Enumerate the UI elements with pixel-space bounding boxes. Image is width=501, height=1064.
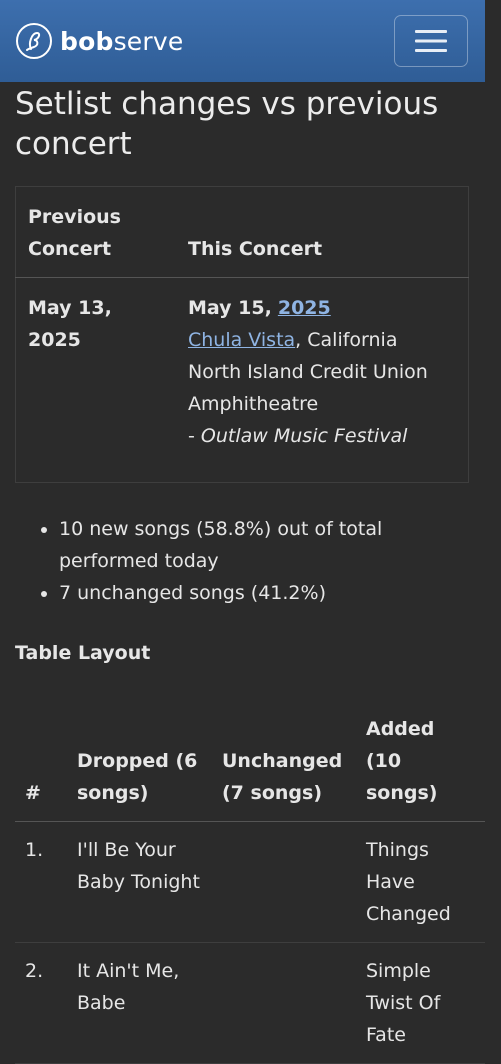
previous-concert-date: May 13, 2025 bbox=[28, 297, 112, 351]
summary-new-songs: 10 new songs (58.8%) out of total perfor… bbox=[59, 513, 486, 577]
this-concert-date: May 15, bbox=[188, 297, 272, 319]
table-layout-heading: Table Layout bbox=[15, 642, 151, 664]
col-unchanged-header: Unchanged (7 songs) bbox=[222, 750, 343, 804]
col-dropped-header: Dropped (6 songs) bbox=[77, 750, 198, 804]
brand-link[interactable]: bobserve bbox=[16, 23, 183, 59]
menu-toggle-button[interactable] bbox=[394, 15, 468, 67]
concert-comparison-table: Previous Concert This Concert May 13, 20… bbox=[15, 186, 469, 483]
col-number-header: # bbox=[25, 782, 41, 804]
dropped-song: It Ain't Me, Babe bbox=[77, 960, 180, 1014]
unchanged-song bbox=[212, 822, 356, 943]
row-number: 2. bbox=[25, 960, 44, 982]
festival-prefix: - bbox=[188, 425, 201, 447]
row-number: 1. bbox=[25, 839, 44, 861]
city-link[interactable]: Chula Vista bbox=[188, 329, 295, 351]
hamburger-icon bbox=[415, 30, 447, 52]
this-concert-info: May 15, 2025 Chula Vista, California Nor… bbox=[176, 278, 469, 483]
page-title: Setlist changes vs previous concert bbox=[15, 86, 439, 162]
summary-list: 10 new songs (58.8%) out of total perfor… bbox=[15, 513, 486, 609]
year-link[interactable]: 2025 bbox=[278, 297, 331, 319]
state-text: , California bbox=[295, 329, 398, 351]
this-concert-header: This Concert bbox=[188, 238, 323, 260]
venue-text: North Island Credit Union Amphitheatre bbox=[188, 361, 428, 415]
added-song: Simple Twist Of Fate bbox=[366, 960, 441, 1046]
brand-name: bobserve bbox=[60, 26, 184, 56]
navbar: bobserve bbox=[0, 0, 485, 82]
previous-concert-header: Previous Concert bbox=[28, 206, 121, 260]
summary-unchanged-songs: 7 unchanged songs (41.2%) bbox=[59, 577, 486, 609]
unchanged-song bbox=[212, 943, 356, 1064]
added-song: Things Have Changed bbox=[366, 839, 451, 925]
table-row: 1. I'll Be Your Baby Tonight Things Have… bbox=[15, 822, 485, 943]
col-added-header: Added (10 songs) bbox=[366, 718, 438, 804]
dropped-song: I'll Be Your Baby Tonight bbox=[77, 839, 200, 893]
festival-name: Outlaw Music Festival bbox=[200, 425, 408, 447]
logo-icon bbox=[16, 23, 52, 59]
song-changes-table: # Dropped (6 songs) Unchanged (7 songs) … bbox=[15, 703, 485, 1064]
table-row: 2. It Ain't Me, Babe Simple Twist Of Fat… bbox=[15, 943, 485, 1064]
main-content: Setlist changes vs previous concert Prev… bbox=[0, 82, 501, 1064]
